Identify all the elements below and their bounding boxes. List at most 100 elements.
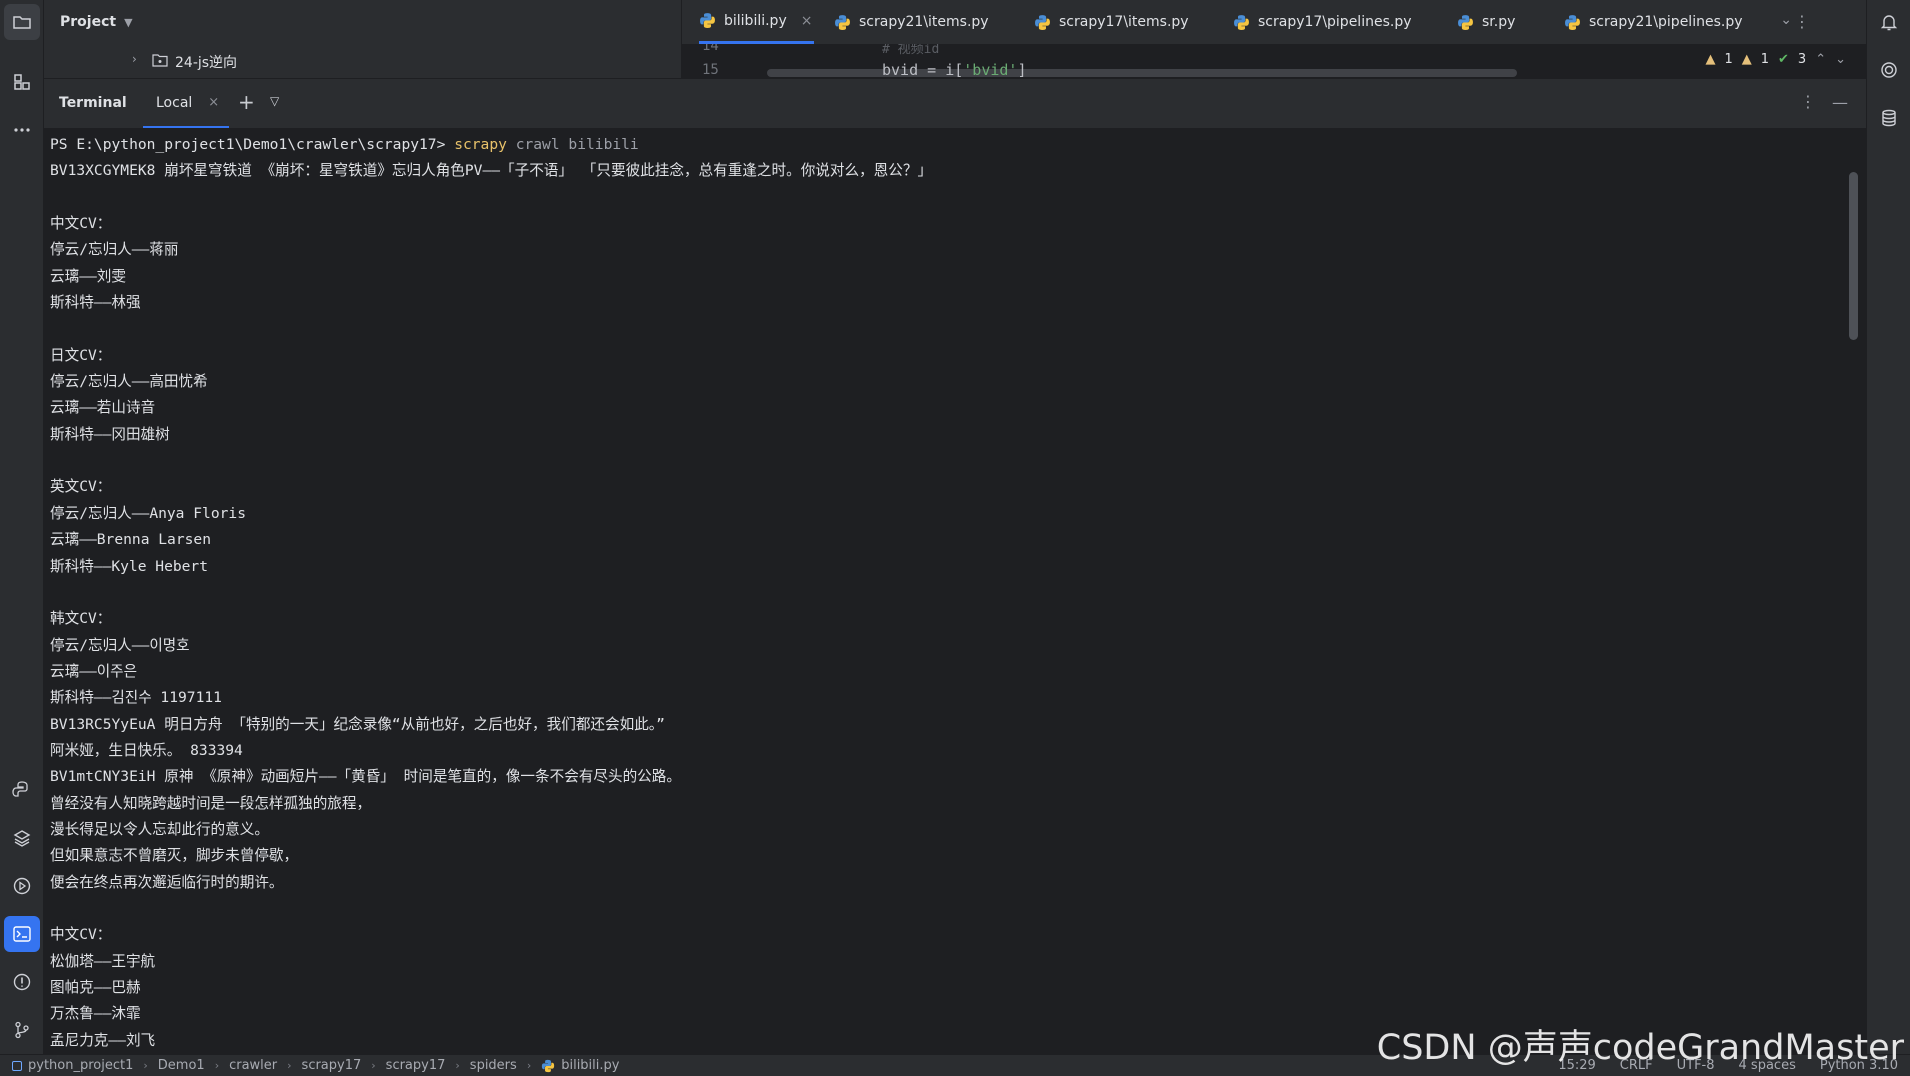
prompt-path: PS E:\python_project1\Demo1\crawler\scra… [50,136,446,153]
inspection-widget[interactable]: ▲ 1 ▲ 1 ✔ 3 ⌃ ⌄ [1705,52,1846,67]
terminal-line: 中文CV： [50,215,112,233]
database-button[interactable] [1871,100,1907,136]
tab-label: Local [156,94,193,111]
breadcrumb-item[interactable]: scrapy17 [386,1058,446,1073]
close-icon[interactable]: × [801,13,813,29]
chevron-up-icon[interactable]: ⌃ [1815,52,1826,67]
project-tool-button[interactable] [4,4,40,40]
folder-icon [13,16,31,29]
python-console-button[interactable] [4,772,40,808]
terminal-line: 斯科特——김진수 1197111 [50,689,222,707]
warning-count: 1 [1724,52,1733,67]
layers-icon [13,830,31,847]
more-tools-button[interactable] [4,112,40,148]
breadcrumb-item[interactable]: bilibili.py [561,1058,619,1073]
terminal-line: 云璃——刘雯 [50,267,126,285]
ai-assistant-icon [1881,62,1897,78]
tab-sr-py[interactable]: sr.py [1457,0,1515,44]
weak-warning-icon: ▲ [1741,52,1752,67]
chevron-right-icon: › [526,1059,532,1072]
tab-scrapy21-items-py[interactable]: scrapy21\items.py [834,0,989,44]
tab-label: scrapy17\pipelines.py [1258,14,1412,30]
chevron-down-icon[interactable]: ▽ [270,94,279,108]
python-file-icon [542,1059,555,1072]
terminal-line: 日文CV： [50,346,112,364]
folder-icon [152,54,168,67]
notifications-button[interactable] [1871,4,1907,40]
terminal-line: 斯科特——林强 [50,294,141,312]
breadcrumb-item[interactable]: python_project1 [28,1058,133,1073]
editor-code-area[interactable]: 14 # 视频id 15 bvid = i['bvid'] ▲ 1 ▲ 1 ✔ 3 ⌃… [681,44,1866,78]
chevron-down-icon[interactable]: ⌄ [1780,12,1792,28]
git-tool-button[interactable] [4,1012,40,1048]
terminal-line: BV13RC5YyEuA 明日方舟 「特别的一天」纪念录像“从前也好，之后也好，… [50,715,665,733]
python-file-icon [1234,14,1249,30]
breadcrumb-item[interactable]: spiders [470,1058,517,1073]
terminal-header: Terminal Local × + ▽ ⋮ — [44,78,1866,129]
terminal-line: 中文CV： [50,926,112,944]
tab-label: bilibili.py [724,12,787,29]
terminal-line: 停云/忘归人——蒋丽 [50,241,179,259]
tab-scrapy17-pipelines-py[interactable]: scrapy17\pipelines.py [1233,0,1412,44]
kebab-menu-icon[interactable]: ⋮ [1800,92,1816,111]
chevron-down-icon: ▼ [124,15,133,29]
terminal-output[interactable]: PS E:\python_project1\Demo1\crawler\scra… [44,128,1866,1054]
kebab-menu-icon[interactable]: ⋮ [1794,12,1810,31]
notifications-icon [1880,15,1898,31]
chevron-down-icon[interactable]: ⌄ [1835,52,1846,67]
terminal-line: BV13XCGYMEK8 崩坏星穹铁道 《崩坏：星穹铁道》忘归人角色PV——「子… [50,162,933,180]
terminal-prompt-line: PS E:\python_project1\Demo1\crawler\scra… [50,132,1810,158]
close-icon[interactable]: × [208,95,219,110]
problems-icon [13,973,31,991]
new-terminal-plus-icon[interactable]: + [238,90,255,114]
layers-tool-button[interactable] [4,820,40,856]
terminal-line: 但如果意志不曾磨灭，脚步未曾停歇， [50,847,299,865]
chevron-right-icon: › [214,1059,220,1072]
breadcrumb-item[interactable]: scrapy17 [302,1058,362,1073]
python-file-icon [1035,14,1050,30]
run-tool-button[interactable] [4,868,40,904]
terminal-line: 停云/忘归人——高田忧希 [50,373,208,391]
chevron-right-icon: › [455,1059,460,1072]
code-line: bvid = i['bvid'] [882,61,1027,78]
horizontal-scrollbar[interactable] [767,69,1517,77]
terminal-line: 停云/忘归人——Anya Floris [50,504,246,522]
breadcrumb-item[interactable]: Demo1 [158,1058,205,1073]
terminal-tool-button[interactable] [4,916,40,952]
tab-label: scrapy21\items.py [859,14,989,30]
terminal-line: 曾经没有人知晓跨越时间是一段怎样孤独的旅程， [50,794,372,812]
structure-icon [14,74,30,90]
terminal-line: 韩文CV： [50,610,112,628]
terminal-line: 云璃——Brenna Larsen [50,531,211,549]
vertical-scrollbar[interactable] [1849,172,1858,340]
terminal-line: 斯科特——冈田雄树 [50,425,170,443]
more-icon [14,128,30,132]
terminal-line: 停云/忘归人——이명호 [50,636,190,654]
project-pane-header[interactable]: Project ▼ [44,0,681,44]
line-number: 15 [702,62,719,78]
python-file-icon [700,13,715,28]
code-prefix: bvid = i[ [882,61,964,78]
project-tree-label: 24-js逆向 [175,55,238,71]
project-tree-item[interactable]: › 24-js逆向 [44,44,681,78]
structure-tool-button[interactable] [4,64,40,100]
chevron-right-icon: › [287,1059,292,1072]
terminal-line: 漫长得足以令人忘却此行的意义。 [50,820,269,838]
ai-assistant-button[interactable] [1871,52,1907,88]
problems-tool-button[interactable] [4,964,40,1000]
tab-bilibili-py[interactable]: bilibili.py × [699,0,814,44]
code-string: 'bvid' [963,61,1018,78]
tab-label: scrapy21\pipelines.py [1589,14,1743,30]
chevron-right-icon: › [143,1059,148,1072]
terminal-line: 阿米娅，生日快乐。 833394 [50,741,243,759]
tab-scrapy21-pipelines-py[interactable]: scrapy21\pipelines.py [1564,0,1743,44]
tab-scrapy17-items-py[interactable]: scrapy17\items.py [1034,0,1189,44]
python-file-icon [1458,14,1473,30]
tab-terminal-local[interactable]: Local × [143,79,229,129]
chevron-right-icon[interactable]: › [132,52,137,66]
minimize-icon[interactable]: — [1832,93,1848,112]
breadcrumb-item[interactable]: crawler [229,1058,277,1073]
python-file-icon [1565,14,1580,30]
